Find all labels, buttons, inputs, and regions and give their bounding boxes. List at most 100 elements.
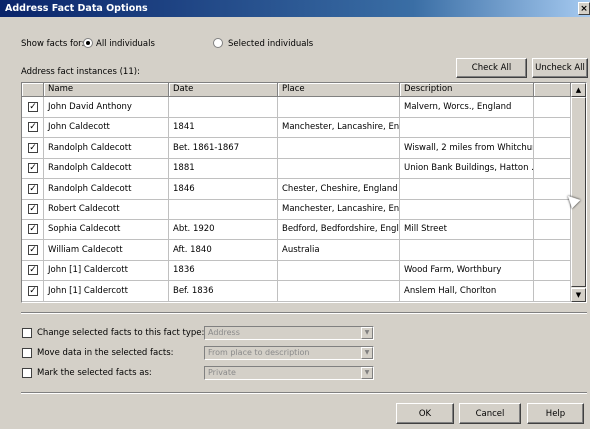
cell-extra	[534, 97, 571, 118]
row-check-cell: ✓	[22, 158, 44, 180]
cell-extra	[534, 158, 571, 180]
cell-name: John [1] Caldercott	[44, 280, 169, 302]
table-row[interactable]: ✓ Randolph Caldecott Bet. 1861-1867 Wiswall…	[22, 137, 571, 159]
radio-all-individuals[interactable]	[83, 38, 93, 48]
table-row[interactable]: ✓ John David Anthony Malvern, Worcs., Engl…	[22, 97, 571, 118]
cell-name: Robert Caldecott	[44, 199, 169, 220]
cell-place	[278, 280, 400, 302]
row-check-cell: ✓	[22, 117, 44, 139]
move-data-label: Move data in the selected facts:	[37, 348, 174, 358]
cell-place: Australia	[278, 239, 400, 261]
radio-selected-individuals[interactable]	[213, 38, 223, 48]
move-data-select: From place to description ▼	[204, 346, 374, 360]
cell-description: Wood Farm, Worthbury	[400, 260, 534, 282]
cell-name: Randolph Caldecott	[44, 178, 169, 200]
mark-facts-label: Mark the selected facts as:	[37, 368, 152, 378]
chevron-down-icon: ▼	[361, 347, 373, 359]
cell-place: Manchester, Lancashire, En...	[278, 117, 400, 139]
row-checkbox[interactable]: ✓	[28, 265, 38, 276]
cell-description: Union Bank Buildings, Hatton ...	[400, 158, 534, 180]
row-check-cell: ✓	[22, 260, 44, 282]
cancel-button[interactable]: Cancel	[459, 403, 521, 424]
cell-date: Bef. 1836	[169, 280, 278, 302]
scroll-up-icon[interactable]: ▲	[571, 83, 586, 97]
change-fact-type-checkbox[interactable]	[22, 328, 32, 338]
cell-extra	[534, 260, 571, 282]
facts-table: Name Date Place Description ✓ John David …	[21, 82, 587, 303]
table-header: Name Date Place Description	[22, 83, 571, 97]
fact-type-value: Address	[208, 328, 240, 337]
row-checkbox[interactable]: ✓	[28, 285, 38, 296]
cell-place	[278, 97, 400, 118]
table-row[interactable]: ✓ William Caldecott Aft. 1840 Australia	[22, 239, 571, 261]
row-checkbox[interactable]: ✓	[28, 102, 38, 112]
cell-name: William Caldecott	[44, 239, 169, 261]
header-description[interactable]: Description	[400, 83, 534, 97]
row-check-cell: ✓	[22, 137, 44, 159]
cell-extra	[534, 239, 571, 261]
table-row[interactable]: ✓ John [1] Caldercott Bef. 1836 Anslem Hall…	[22, 280, 571, 302]
header-name[interactable]: Name	[44, 83, 169, 97]
cell-description	[400, 199, 534, 220]
row-check-cell: ✓	[22, 239, 44, 261]
chevron-down-icon: ▼	[361, 367, 373, 379]
ok-button[interactable]: OK	[396, 403, 454, 424]
table-row[interactable]: ✓ John [1] Caldercott 1836 Wood Farm, Worth…	[22, 260, 571, 282]
cell-date	[169, 97, 278, 118]
mark-facts-value: Private	[208, 368, 236, 377]
check-all-button[interactable]: Check All	[456, 58, 527, 78]
cell-place	[278, 137, 400, 159]
cell-description: Mill Street	[400, 219, 534, 241]
cell-date: Abt. 1920	[169, 219, 278, 241]
row-checkbox[interactable]: ✓	[28, 204, 38, 214]
row-checkbox[interactable]: ✓	[28, 163, 38, 174]
chevron-down-icon: ▼	[361, 327, 373, 339]
row-checkbox[interactable]: ✓	[28, 183, 38, 194]
cell-extra	[534, 219, 571, 241]
table-row[interactable]: ✓ John Caldecott 1841 Manchester, Lancashir…	[22, 117, 571, 139]
uncheck-all-button[interactable]: Uncheck All	[532, 58, 588, 78]
scroll-down-icon[interactable]: ▼	[571, 288, 586, 302]
close-icon[interactable]: ×	[578, 2, 590, 15]
cell-description: Anslem Hall, Chorlton	[400, 280, 534, 302]
change-fact-type-label: Change selected facts to this fact type:	[37, 328, 205, 338]
row-check-cell: ✓	[22, 199, 44, 220]
cell-place: Bedford, Bedfordshire, Engl...	[278, 219, 400, 241]
mark-facts-select: Private ▼	[204, 366, 374, 380]
help-button[interactable]: Help	[527, 403, 584, 424]
row-checkbox[interactable]: ✓	[28, 224, 38, 235]
cell-place	[278, 260, 400, 282]
fact-type-select: Address ▼	[204, 326, 374, 340]
move-data-checkbox[interactable]	[22, 348, 32, 358]
row-check-cell: ✓	[22, 219, 44, 241]
cell-date: 1841	[169, 117, 278, 139]
cell-date	[169, 199, 278, 220]
mark-facts-checkbox[interactable]	[22, 368, 32, 378]
instances-label: Address fact instances (11):	[21, 67, 140, 77]
cell-name: John [1] Caldercott	[44, 260, 169, 282]
cell-name: Randolph Caldecott	[44, 137, 169, 159]
window-title: Address Fact Data Options	[5, 3, 148, 14]
cell-description	[400, 117, 534, 139]
row-checkbox[interactable]: ✓	[28, 122, 38, 133]
cell-name: Sophia Caldecott	[44, 219, 169, 241]
row-check-cell: ✓	[22, 97, 44, 118]
title-bar: Address Fact Data Options ×	[0, 0, 590, 17]
table-row[interactable]: ✓ Sophia Caldecott Abt. 1920 Bedford, Bedfo…	[22, 219, 571, 241]
row-checkbox[interactable]: ✓	[28, 244, 38, 255]
table-row[interactable]: ✓ Randolph Caldecott 1846 Chester, Cheshire…	[22, 178, 571, 200]
header-check[interactable]	[22, 83, 44, 97]
cell-name: Randolph Caldecott	[44, 158, 169, 180]
table-row[interactable]: ✓ Robert Caldecott Manchester, Lancashire,…	[22, 199, 571, 220]
table-row[interactable]: ✓ Randolph Caldecott 1881 Union Bank Buildi…	[22, 158, 571, 180]
header-place[interactable]: Place	[278, 83, 400, 97]
header-extra[interactable]	[534, 83, 571, 97]
radio-selected-individuals-label: Selected individuals	[228, 39, 314, 49]
cell-place	[278, 158, 400, 180]
row-check-cell: ✓	[22, 178, 44, 200]
move-data-value: From place to description	[208, 348, 310, 357]
row-checkbox[interactable]: ✓	[28, 142, 38, 153]
cell-date: 1836	[169, 260, 278, 282]
header-date[interactable]: Date	[169, 83, 278, 97]
cell-name: John David Anthony	[44, 97, 169, 118]
